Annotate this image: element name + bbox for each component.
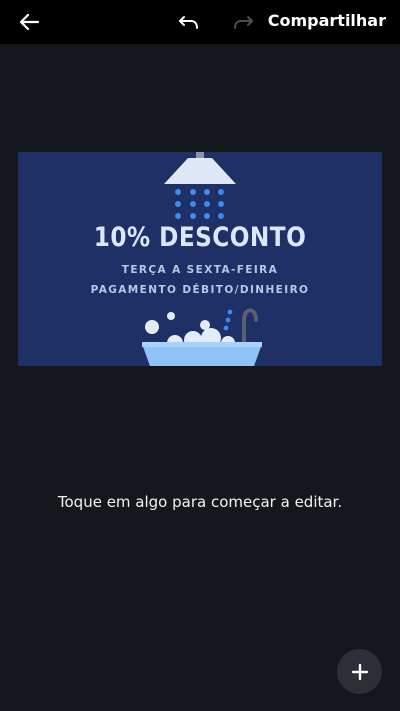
undo-button[interactable] [174, 8, 204, 36]
back-button[interactable] [14, 8, 44, 36]
shower-head [164, 158, 236, 184]
edit-hint: Toque em algo para começar a editar. [57, 493, 343, 511]
water-drops [175, 189, 224, 219]
shower-pipe [196, 152, 204, 158]
design-canvas[interactable]: 10% DESCONTO TERÇA A SEXTA-FEIRA PAGAMEN… [18, 152, 382, 366]
arrow-left-icon [19, 13, 39, 31]
faucet-drops [223, 309, 233, 331]
bathtub-rim [142, 342, 262, 347]
plus-icon [351, 663, 368, 680]
redo-icon [234, 16, 253, 29]
undo-icon [179, 16, 198, 29]
design-subtitle-payment[interactable]: PAGAMENTO DÉBITO/DINHEIRO [18, 284, 382, 296]
design-headline[interactable]: 10% DESCONTO [43, 222, 356, 253]
design-subtitle-days[interactable]: TERÇA A SEXTA-FEIRA [18, 264, 382, 276]
top-toolbar: Compartilhar [0, 0, 400, 44]
share-button[interactable]: Compartilhar [268, 11, 386, 30]
design-illustration [142, 152, 262, 366]
bathtub [142, 344, 262, 366]
add-element-button[interactable] [337, 649, 382, 694]
redo-button[interactable] [228, 8, 258, 36]
